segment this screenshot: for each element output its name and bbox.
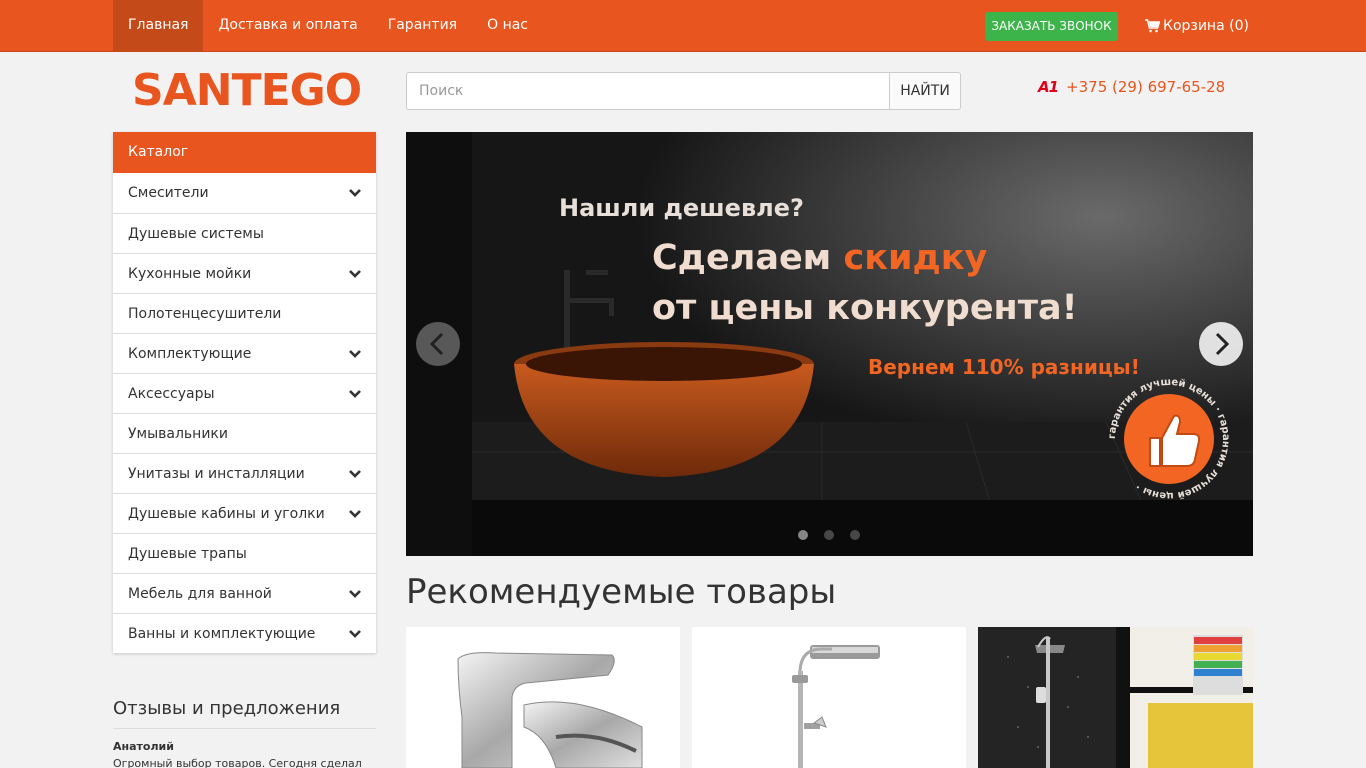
site-logo[interactable]: SANTEGO <box>132 67 362 115</box>
search-form: НАЙТИ <box>406 72 961 110</box>
chevron-down-icon[interactable] <box>349 508 361 520</box>
catalog-item-label: Аксессуары <box>128 386 215 402</box>
catalog-item-label: Полотенцесушители <box>128 306 282 322</box>
promo-slider[interactable]: Нашли дешевле? Сделаем скидку от цены ко… <box>406 132 1253 556</box>
catalog-title: Каталог <box>113 132 376 173</box>
cart-icon <box>1145 19 1160 33</box>
product-card[interactable] <box>978 627 1253 768</box>
catalog-item-label: Душевые трапы <box>128 546 247 562</box>
catalog-item[interactable]: Душевые кабины и уголки <box>113 493 376 533</box>
chevron-right-icon <box>1215 332 1230 356</box>
product-card[interactable] <box>692 627 966 768</box>
catalog-item[interactable]: Смесители <box>113 173 376 213</box>
cart-label: Корзина (0) <box>1163 18 1249 34</box>
catalog-item[interactable]: Ванны и комплектующие <box>113 613 376 653</box>
chevron-down-icon[interactable] <box>349 388 361 400</box>
slider-dots <box>798 530 860 540</box>
review-author: Анатолий <box>113 740 174 753</box>
cart-link[interactable]: Корзина (0) <box>1145 0 1249 52</box>
catalog-item[interactable]: Мебель для ванной <box>113 573 376 613</box>
promo-line-1: Нашли дешевле? <box>559 194 804 222</box>
catalog-item-label: Комплектующие <box>128 346 252 362</box>
rain-shower-product-image <box>978 627 1253 768</box>
main-nav: Главная Доставка и оплата Гарантия О нас <box>113 0 543 51</box>
catalog-item[interactable]: Кухонные мойки <box>113 253 376 293</box>
chevron-down-icon[interactable] <box>349 348 361 360</box>
chevron-left-icon <box>429 332 444 356</box>
catalog-list: Смесители Душевые системы Кухонные мойки По… <box>113 173 376 653</box>
nav-item-home[interactable]: Главная <box>113 0 204 51</box>
promo-line-4: Вернем 110% разницы! <box>868 355 1140 379</box>
slider-next-button[interactable] <box>1199 322 1243 366</box>
search-button[interactable]: НАЙТИ <box>889 72 961 110</box>
catalog-item[interactable]: Душевые трапы <box>113 533 376 573</box>
chevron-down-icon[interactable] <box>349 588 361 600</box>
recommended-title: Рекомендуемые товары <box>406 572 837 612</box>
a1-operator-icon: A1 <box>1038 78 1059 96</box>
shower-system-product-image <box>792 645 880 768</box>
faucet-product-image <box>457 652 643 768</box>
catalog-item[interactable]: Аксессуары <box>113 373 376 413</box>
product-card[interactable] <box>406 627 680 768</box>
catalog-item[interactable]: Комплектующие <box>113 333 376 373</box>
reviews-title: Отзывы и предложения <box>113 698 376 729</box>
catalog-item-label: Ванны и комплектующие <box>128 626 316 642</box>
phone-number: +375 (29) 697-65-28 <box>1066 78 1226 96</box>
chevron-down-icon[interactable] <box>349 628 361 640</box>
promo-line-3: от цены конкурента! <box>652 288 1078 328</box>
promo-line-2: Сделаем скидку <box>652 238 988 278</box>
catalog-item[interactable]: Полотенцесушители <box>113 293 376 333</box>
chevron-down-icon[interactable] <box>349 187 361 199</box>
catalog-item-label: Мебель для ванной <box>128 586 272 602</box>
search-input[interactable] <box>406 72 889 110</box>
slider-dot[interactable] <box>850 530 860 540</box>
catalog-item-label: Кухонные мойки <box>128 266 252 282</box>
catalog-item-label: Душевые кабины и уголки <box>128 506 325 522</box>
catalog-item-label: Умывальники <box>128 426 228 442</box>
catalog-item[interactable]: Унитазы и инсталляции <box>113 453 376 493</box>
top-navbar: Главная Доставка и оплата Гарантия О нас… <box>0 0 1366 52</box>
review-text: Огромный выбор товаров. Сегодня сделал <box>113 757 362 768</box>
thumbs-up-guarantee-icon: гарантия лучшей цены · гарантия лучшей ц… <box>1107 377 1231 501</box>
order-call-button[interactable]: ЗАКАЗАТЬ ЗВОНОК <box>985 12 1118 41</box>
catalog-item-label: Душевые системы <box>128 226 264 242</box>
nav-item-warranty[interactable]: Гарантия <box>373 0 472 51</box>
catalog-item-label: Унитазы и инсталляции <box>128 466 305 482</box>
catalog-menu: Каталог Смесители Душевые системы Кухонные… <box>113 132 376 653</box>
chevron-down-icon[interactable] <box>349 268 361 280</box>
catalog-item[interactable]: Умывальники <box>113 413 376 453</box>
slider-prev-button[interactable] <box>416 322 460 366</box>
nav-item-about[interactable]: О нас <box>472 0 543 51</box>
phone-contact[interactable]: A1 +375 (29) 697-65-28 <box>1038 78 1225 96</box>
nav-item-delivery[interactable]: Доставка и оплата <box>203 0 372 51</box>
slider-dot[interactable] <box>824 530 834 540</box>
catalog-item[interactable]: Душевые системы <box>113 213 376 253</box>
slider-dot[interactable] <box>798 530 808 540</box>
catalog-item-label: Смесители <box>128 185 209 201</box>
chevron-down-icon[interactable] <box>349 468 361 480</box>
